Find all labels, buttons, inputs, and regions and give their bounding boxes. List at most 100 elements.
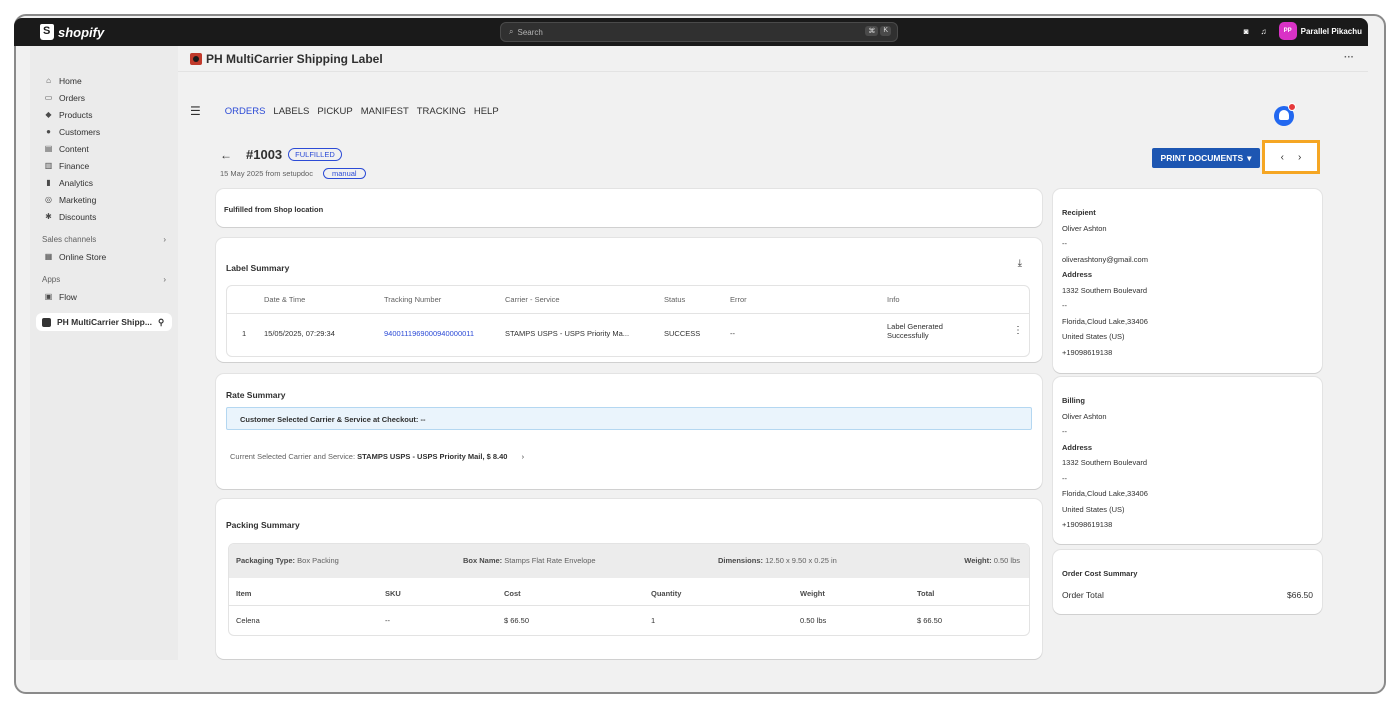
sidebar-item-analytics[interactable]: ▮ Analytics: [30, 174, 178, 191]
app-logo-icon: [190, 52, 202, 65]
sidebar-item-home[interactable]: ⌂ Home: [30, 72, 178, 89]
pin-icon[interactable]: ⚲: [158, 317, 164, 328]
recipient-street: 1332 Southern Boulevard: [1062, 285, 1148, 295]
sidebar-item-label: Customers: [59, 126, 101, 137]
tab-labels[interactable]: LABELS: [273, 106, 309, 117]
sidebar-item-label: Marketing: [59, 194, 97, 205]
app-header: PH MultiCarrier Shipping Label ···: [178, 46, 1368, 72]
section-label: Apps: [42, 275, 61, 284]
sidebar-item-label: Analytics: [59, 177, 94, 188]
item-name: Celena: [236, 616, 260, 625]
label-summary-title: Label Summary: [226, 263, 290, 273]
kbd-cmd: ⌘: [865, 26, 879, 36]
caret-down-icon: ▾: [1247, 152, 1252, 163]
packing-info-band: Packaging Type: Box Packing Box Name: St…: [229, 544, 1029, 578]
search-placeholder: Search: [517, 27, 543, 37]
brand-name: shopify: [58, 24, 105, 40]
sidebar-item-finance[interactable]: ▥ Finance: [30, 157, 178, 174]
app-icon: [42, 317, 51, 327]
sidebar-item-content[interactable]: ▤ Content: [30, 140, 178, 157]
order-tag: manual: [322, 168, 366, 179]
sidekick-icon[interactable]: ◙: [1244, 27, 1249, 36]
column-header: Item: [236, 589, 252, 598]
target-icon: ◎: [45, 195, 52, 204]
sidebar-item-customers[interactable]: ● Customers: [30, 123, 178, 140]
tab-help[interactable]: HELP: [474, 106, 499, 117]
orders-icon: ▭: [44, 93, 53, 102]
table-row: 1 15/05/2025, 07:29:34 94001119690009400…: [227, 320, 1029, 348]
checkout-selection-banner: Customer Selected Carrier & Service at C…: [226, 407, 1032, 430]
row-actions-icon[interactable]: ⋮: [1013, 325, 1023, 336]
tab-pickup[interactable]: PICKUP: [317, 106, 352, 117]
divider: [229, 605, 1029, 606]
sidebar-item-label: Finance: [59, 160, 90, 171]
column-header: Cost: [504, 589, 521, 598]
sidebar-item-flow[interactable]: ▣ Flow: [30, 288, 178, 305]
sales-channels-section[interactable]: Sales channels ›: [30, 231, 178, 248]
dimensions: Dimensions: 12.50 x 9.50 x 0.25 in: [718, 556, 837, 565]
user-menu[interactable]: PP Parallel Pikachu: [1278, 22, 1362, 40]
label-status: SUCCESS: [664, 329, 701, 338]
order-total-label: Order Total: [1062, 589, 1104, 600]
sidebar-item-orders[interactable]: ▭ Orders: [30, 89, 178, 106]
column-header: Weight: [800, 589, 825, 598]
billing-street: 1332 Southern Boulevard: [1062, 458, 1148, 467]
column-header: Status: [664, 295, 686, 304]
avatar: PP: [1278, 22, 1297, 40]
info-line: Label Generated: [887, 322, 943, 331]
search-shortcut: ⌘ K: [865, 26, 891, 36]
shopify-logo[interactable]: shopify: [40, 24, 104, 40]
recipient-address2: --: [1062, 301, 1067, 310]
print-documents-button[interactable]: PRINT DOCUMENTS ▾: [1152, 148, 1260, 168]
column-header: Error: [730, 295, 747, 304]
tracking-number-link[interactable]: 9400111969000940000011: [384, 329, 474, 338]
user-name: Parallel Pikachu: [1300, 26, 1362, 36]
tab-orders[interactable]: ORDERS: [225, 106, 266, 117]
sidebar-item-label: Discounts: [59, 211, 97, 222]
topbar-actions: ◙ ♫ PP Parallel Pikachu: [1244, 22, 1362, 40]
download-icon[interactable]: ⤓: [1018, 258, 1022, 269]
sidebar-item-ph-multicarrier[interactable]: PH MultiCarrier Shipp... ⚲: [36, 313, 172, 331]
search-input[interactable]: ⌕ Search ⌘ K: [500, 22, 898, 42]
sidebar-item-products[interactable]: ◆ Products: [30, 106, 178, 123]
fulfilled-card: Fulfilled from Shop location: [216, 189, 1042, 227]
chevron-right-icon: ›: [163, 235, 166, 244]
item-cost: $ 66.50: [504, 616, 530, 625]
tab-tracking[interactable]: TRACKING: [417, 106, 466, 117]
chevron-right-icon[interactable]: ›: [522, 452, 525, 461]
weight: Weight: 0.50 lbs: [964, 556, 1020, 565]
box-name: Box Name: Stamps Flat Rate Envelope: [463, 556, 596, 565]
previous-order-icon[interactable]: ‹: [1281, 152, 1284, 163]
label-error: --: [730, 329, 735, 338]
tab-manifest[interactable]: MANIFEST: [361, 106, 409, 117]
flow-icon: ▣: [44, 292, 53, 301]
label-table: Date & Time Tracking Number Carrier - Se…: [226, 285, 1030, 357]
sidebar-item-discounts[interactable]: ✱ Discounts: [30, 208, 178, 225]
bank-icon: ▥: [44, 161, 53, 170]
more-icon[interactable]: ···: [1344, 52, 1354, 63]
menu-icon[interactable]: ☰: [190, 104, 201, 118]
column-header: SKU: [385, 589, 401, 598]
apps-section[interactable]: Apps ›: [30, 271, 178, 288]
next-order-icon[interactable]: ›: [1298, 152, 1301, 163]
billing-name: Oliver Ashton: [1062, 411, 1107, 421]
recipient-phone: +19098619138: [1062, 347, 1113, 357]
bell-icon[interactable]: ♫: [1261, 27, 1267, 36]
billing-city: Florida,Cloud Lake,33406: [1062, 489, 1148, 498]
rate-summary-card: Rate Summary Customer Selected Carrier &…: [216, 374, 1042, 489]
content-icon: ▤: [44, 144, 53, 153]
order-cost-title: Order Cost Summary: [1062, 569, 1138, 578]
recipient-name: Oliver Ashton: [1062, 223, 1107, 233]
fulfilled-from: Fulfilled from Shop location: [224, 205, 324, 214]
back-arrow-icon[interactable]: ←: [220, 148, 232, 162]
discount-icon: ✱: [45, 212, 52, 221]
column-header: Carrier - Service: [505, 295, 560, 304]
kbd-k: K: [880, 26, 891, 36]
row-index: 1: [242, 329, 247, 338]
sidebar-item-online-store[interactable]: ▦ Online Store: [30, 248, 178, 265]
label-summary-card: Label Summary ⤓ Date & Time Tracking Num…: [216, 238, 1042, 362]
sidebar-item-marketing[interactable]: ◎ Marketing: [30, 191, 178, 208]
current-selection[interactable]: Current Selected Carrier and Service: ST…: [230, 452, 524, 461]
packing-summary-card: Packing Summary Packaging Type: Box Pack…: [216, 499, 1042, 659]
app-nav-tabs: ☰ ORDERS LABELS PICKUP MANIFEST TRACKING…: [190, 104, 499, 118]
